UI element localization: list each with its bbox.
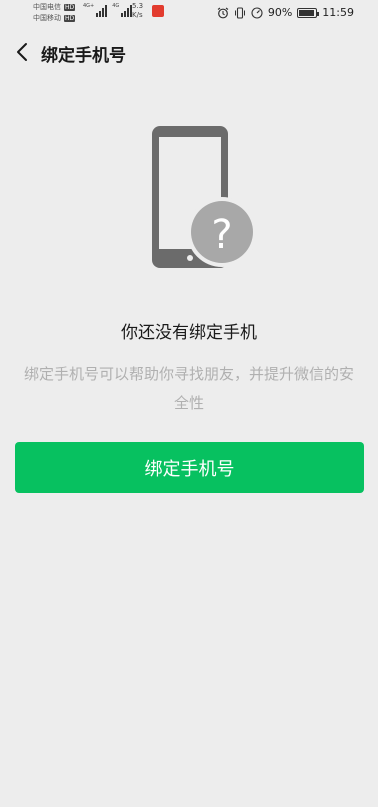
navigation-bar: 绑定手机号: [0, 30, 378, 74]
signal-indicators: 4G+ 4G: [83, 3, 133, 17]
network-speed: 5.3 K/s: [132, 2, 143, 20]
back-button[interactable]: [8, 38, 36, 66]
phone-home-button: [187, 255, 193, 261]
hd-badge-2: HD: [64, 15, 76, 22]
network-type-2: 4G: [112, 3, 120, 9]
headline: 你还没有绑定手机: [121, 323, 257, 343]
page-title: 绑定手机号: [41, 46, 126, 66]
chevron-left-icon: [17, 43, 27, 61]
speedometer-icon: [251, 6, 263, 19]
clock: 11:59: [322, 6, 354, 19]
carrier-row-1: 中国电信 HD: [33, 2, 76, 13]
status-bar: 中国电信 HD 中国移动 HD 4G+ 4G 5.3 K/s 90% 11:59: [0, 0, 378, 26]
screen: 中国电信 HD 中国移动 HD 4G+ 4G 5.3 K/s 90% 11:59…: [0, 0, 378, 807]
hd-badge-1: HD: [64, 4, 76, 11]
speed-value: 5.3: [132, 2, 144, 10]
battery-fill: [299, 9, 314, 16]
battery-icon: [297, 7, 320, 18]
carrier-info: 中国电信 HD 中国移动 HD: [33, 2, 76, 24]
status-right: 90% 11:59: [217, 6, 354, 19]
description: 绑定手机号可以帮助你寻找朋友，并提升微信的安全性: [23, 365, 354, 412]
bind-phone-button[interactable]: 绑定手机号: [15, 442, 364, 493]
speed-unit: K/s: [132, 11, 143, 19]
carrier-name-2: 中国移动: [33, 14, 61, 22]
signal-1-icon: 4G+: [83, 3, 108, 17]
signal-2-icon: 4G: [112, 3, 133, 17]
alarm-icon: [217, 7, 229, 18]
battery-percent: 90%: [267, 6, 293, 19]
carrier-name-1: 中国电信: [33, 3, 61, 11]
network-type-1: 4G+: [83, 3, 95, 9]
vibrate-icon: [234, 6, 245, 19]
question-mark: ?: [211, 212, 232, 258]
phone-question-icon: ?: [152, 126, 257, 268]
carrier-row-2: 中国移动 HD: [33, 13, 76, 24]
app-notification-icon: [152, 5, 164, 17]
